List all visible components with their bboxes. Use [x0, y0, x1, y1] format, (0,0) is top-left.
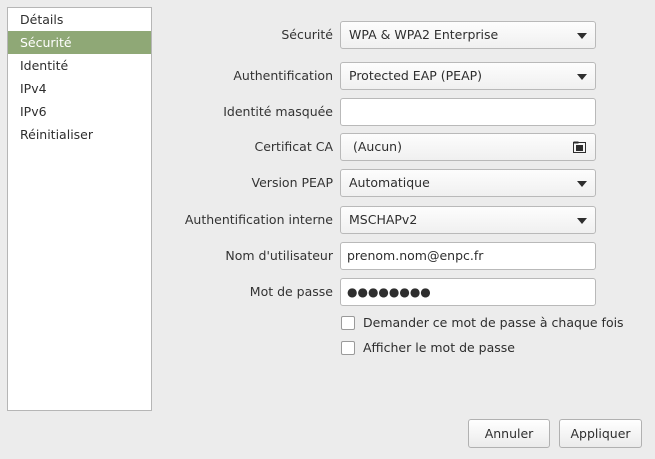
- password-field[interactable]: ●●●●●●●●: [340, 278, 596, 306]
- username-label: Nom d'utilisateur: [225, 248, 333, 263]
- sidebar-item-reset[interactable]: Réinitialiser: [8, 123, 151, 146]
- password-label: Mot de passe: [249, 284, 333, 299]
- arrow-down-icon: [577, 33, 587, 39]
- ca-certificate-label: Certificat CA: [254, 139, 334, 154]
- sidebar-item-security[interactable]: Sécurité: [8, 31, 151, 54]
- inner-authentication-dropdown[interactable]: MSCHAPv2: [340, 206, 596, 234]
- folder-icon: [573, 141, 586, 153]
- ca-certificate-value: (Aucun): [353, 139, 402, 154]
- security-label: Sécurité: [281, 27, 333, 42]
- arrow-down-icon: [577, 74, 587, 80]
- sidebar-item-ipv4[interactable]: IPv4: [8, 77, 151, 100]
- peap-version-value: Automatique: [349, 175, 430, 190]
- inner-authentication-label: Authentification interne: [184, 212, 333, 227]
- inner-authentication-value: MSCHAPv2: [349, 212, 418, 227]
- authentication-dropdown[interactable]: Protected EAP (PEAP): [340, 62, 596, 90]
- ask-password-label[interactable]: Demander ce mot de passe à chaque fois: [363, 315, 624, 330]
- cancel-button[interactable]: Annuler: [468, 419, 550, 448]
- show-password-label[interactable]: Afficher le mot de passe: [363, 340, 515, 355]
- settings-sidebar: Détails Sécurité Identité IPv4 IPv6 Réin…: [7, 7, 152, 411]
- peap-version-dropdown[interactable]: Automatique: [340, 169, 596, 197]
- ca-certificate-chooser[interactable]: (Aucun): [340, 133, 596, 161]
- authentication-value: Protected EAP (PEAP): [349, 68, 483, 83]
- security-value: WPA & WPA2 Enterprise: [349, 27, 499, 42]
- sidebar-item-identity[interactable]: Identité: [8, 54, 151, 77]
- security-dropdown[interactable]: WPA & WPA2 Enterprise: [340, 21, 596, 49]
- ask-password-checkbox[interactable]: [341, 316, 355, 330]
- arrow-down-icon: [577, 181, 587, 187]
- apply-button[interactable]: Appliquer: [559, 419, 642, 448]
- peap-version-label: Version PEAP: [251, 175, 333, 190]
- show-password-checkbox[interactable]: [341, 341, 355, 355]
- authentication-label: Authentification: [233, 68, 333, 83]
- sidebar-item-details[interactable]: Détails: [8, 8, 151, 31]
- sidebar-item-ipv6[interactable]: IPv6: [8, 100, 151, 123]
- username-field[interactable]: prenom.nom@enpc.fr: [340, 242, 596, 270]
- anonymous-identity-label: Identité masquée: [223, 104, 333, 119]
- arrow-down-icon: [577, 218, 587, 224]
- anonymous-identity-field[interactable]: [340, 98, 596, 126]
